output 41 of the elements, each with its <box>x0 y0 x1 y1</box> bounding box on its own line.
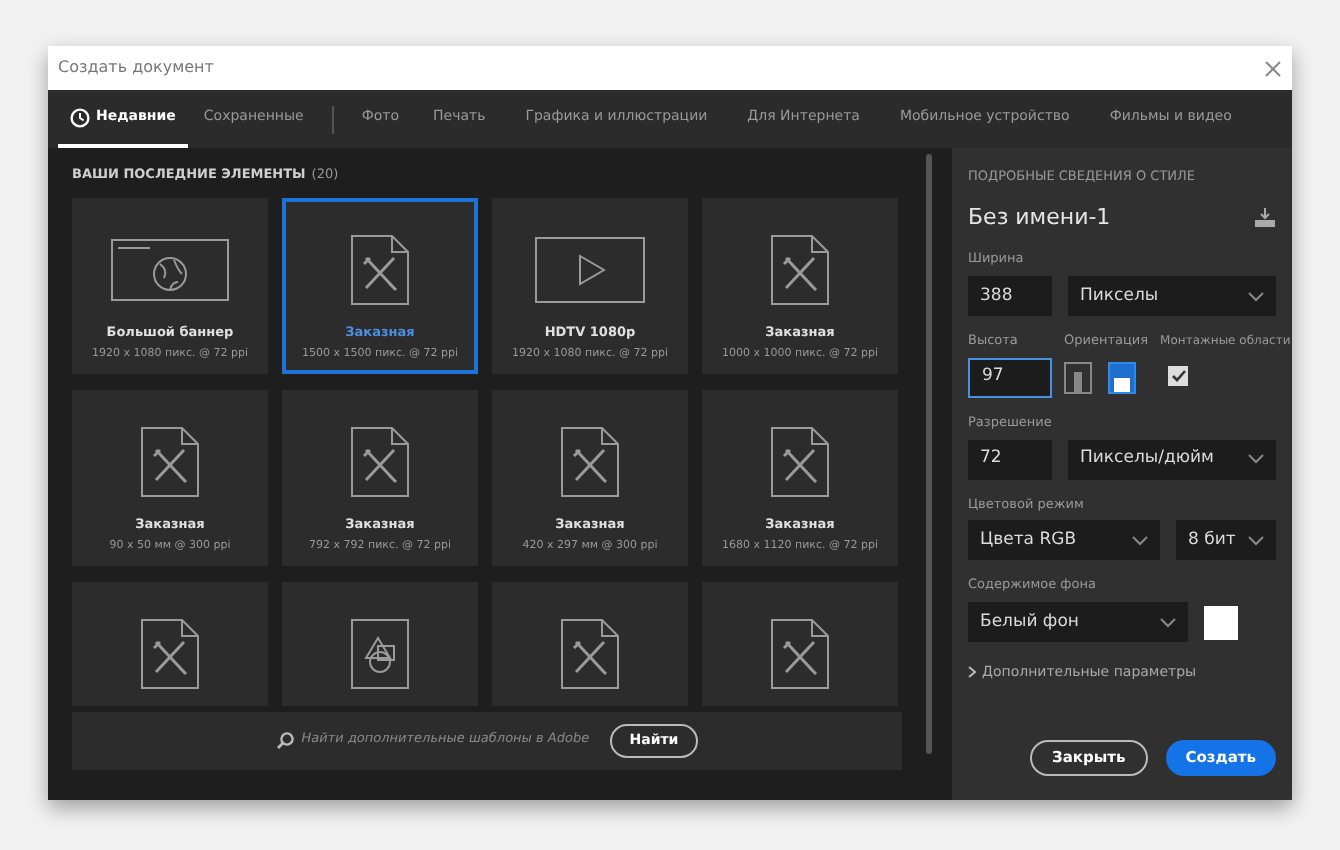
chevron-down-icon <box>1160 617 1176 627</box>
checkmark-icon <box>1171 370 1186 382</box>
document-shapes-icon <box>350 617 410 690</box>
template-card[interactable] <box>282 581 478 706</box>
document-pencil-icon <box>560 425 620 498</box>
width-field[interactable]: 388 <box>968 276 1052 316</box>
color-mode-dropdown[interactable]: Цвета RGB <box>968 520 1160 561</box>
document-pencil-icon <box>770 617 830 690</box>
artboards-checkbox[interactable] <box>1168 366 1189 386</box>
document-pencil-icon <box>770 233 830 306</box>
portrait-button[interactable] <box>1064 361 1092 394</box>
resolution-field[interactable]: 72 <box>968 439 1052 479</box>
template-card[interactable] <box>492 581 688 706</box>
unit-dropdown[interactable]: Пикселы/дюйм <box>1068 439 1276 479</box>
unit-dropdown[interactable]: Пикселы <box>1068 276 1276 316</box>
document-pencil-icon <box>560 617 620 690</box>
document-pencil-icon <box>350 233 410 306</box>
chevron-down-icon <box>1248 535 1264 546</box>
close-icon[interactable] <box>1264 59 1282 77</box>
chevron-right-icon <box>968 666 976 679</box>
chevron-down-icon <box>1248 291 1264 301</box>
background-dropdown[interactable]: Белый фон <box>968 602 1188 642</box>
chevron-down-icon <box>1132 535 1148 546</box>
document-name: Без имени-1 <box>968 201 1111 234</box>
clock-icon <box>70 107 90 127</box>
document-pencil-icon <box>350 425 410 498</box>
document-pencil-icon <box>770 425 830 498</box>
document-pencil-icon <box>140 617 200 690</box>
chevron-down-icon <box>1248 454 1264 464</box>
height-field[interactable]: 97 <box>968 357 1052 398</box>
background-color-swatch[interactable] <box>1204 605 1238 639</box>
search-icon <box>275 731 294 750</box>
landscape-button[interactable] <box>1108 361 1136 394</box>
video-play-icon <box>534 235 646 304</box>
template-card[interactable] <box>702 581 898 706</box>
template-card[interactable] <box>72 581 268 706</box>
window-title: Создать документ <box>58 56 214 80</box>
save-preset-icon[interactable] <box>1254 208 1276 228</box>
bit-depth-dropdown[interactable]: 8 бит <box>1176 520 1276 561</box>
browser-globe-icon <box>110 237 230 302</box>
document-pencil-icon <box>140 425 200 498</box>
